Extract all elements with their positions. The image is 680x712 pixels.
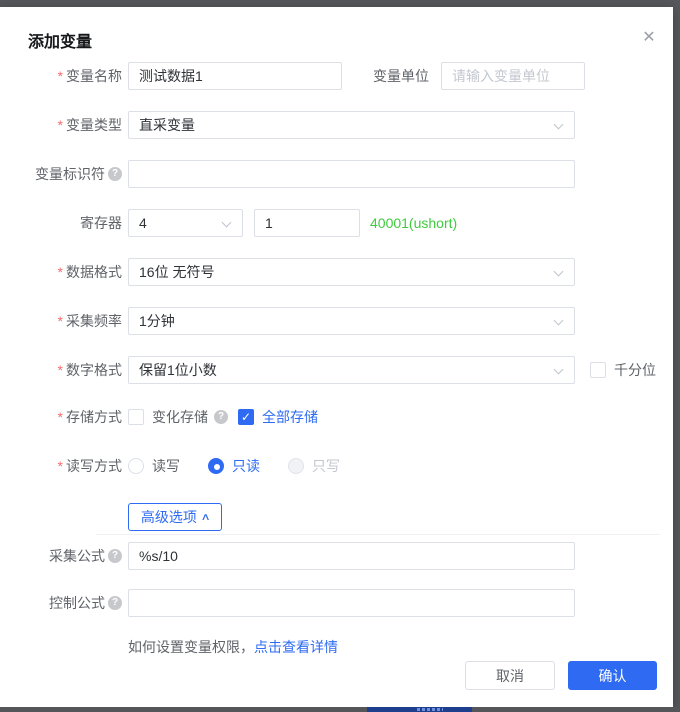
advanced-section-divider bbox=[96, 534, 660, 535]
chevron-down-icon bbox=[222, 218, 232, 228]
collect-formula-input[interactable] bbox=[128, 542, 575, 570]
identifier-label: 变量标识符 ? bbox=[0, 164, 122, 184]
row-read-write: * 读写方式 读写 只读 只写 bbox=[0, 452, 673, 480]
variable-name-label: * 变量名称 bbox=[0, 66, 122, 86]
read-only-radio[interactable] bbox=[208, 458, 224, 474]
read-only-radio-label[interactable]: 只读 bbox=[232, 456, 260, 476]
advanced-options-button[interactable]: 高级选项 ∧ bbox=[128, 503, 222, 531]
identifier-input[interactable] bbox=[128, 160, 575, 188]
thousands-checkbox[interactable] bbox=[590, 362, 606, 378]
row-storage: * 存储方式 变化存储 ? ✓ 全部存储 bbox=[0, 403, 673, 431]
radio-option-read-only: 只读 bbox=[208, 456, 260, 476]
background-bottom-strip bbox=[0, 707, 680, 712]
storage-all-checkbox[interactable]: ✓ bbox=[238, 409, 254, 425]
chevron-down-icon bbox=[554, 365, 564, 375]
radio-option-write-only: 只写 bbox=[288, 456, 340, 476]
chevron-down-icon bbox=[554, 316, 564, 326]
row-identifier: 变量标识符 ? bbox=[0, 160, 673, 188]
confirm-button[interactable]: 确认 bbox=[568, 661, 657, 690]
row-control-formula: 控制公式 ? bbox=[0, 589, 673, 617]
required-marker: * bbox=[58, 68, 63, 84]
read-write-label: * 读写方式 bbox=[0, 456, 122, 476]
write-only-radio[interactable] bbox=[288, 458, 304, 474]
row-data-format: * 数据格式 16位 无符号 bbox=[0, 258, 673, 286]
frequency-select[interactable]: 1分钟 bbox=[128, 307, 575, 335]
permission-note: 如何设置变量权限，点击查看详情 bbox=[128, 637, 338, 657]
register-label: 寄存器 bbox=[0, 213, 122, 233]
add-variable-dialog: 添加变量 ✕ * 变量名称 变量单位 * 变量类型 直采变量 bbox=[0, 7, 673, 707]
required-marker: * bbox=[58, 264, 63, 280]
storage-label: * 存储方式 bbox=[0, 407, 122, 427]
chevron-down-icon bbox=[554, 120, 564, 130]
row-variable-type: * 变量类型 直采变量 bbox=[0, 111, 673, 139]
row-variable-name: * 变量名称 变量单位 bbox=[0, 62, 673, 90]
number-format-select[interactable]: 保留1位小数 bbox=[128, 356, 575, 384]
control-formula-label: 控制公式 ? bbox=[0, 593, 122, 613]
register-address-input[interactable] bbox=[254, 209, 360, 237]
data-format-label: * 数据格式 bbox=[0, 262, 122, 282]
variable-type-select[interactable]: 直采变量 bbox=[128, 111, 575, 139]
dialog-title: 添加变量 bbox=[28, 28, 92, 52]
variable-name-input[interactable] bbox=[128, 62, 342, 90]
register-address-hint: 40001(ushort) bbox=[370, 215, 457, 231]
register-type-select[interactable]: 4 bbox=[128, 209, 243, 237]
row-register: 寄存器 4 40001(ushort) bbox=[0, 209, 673, 237]
permission-details-link[interactable]: 点击查看详情 bbox=[254, 639, 338, 655]
storage-all-label[interactable]: 全部存储 bbox=[262, 407, 318, 427]
background-dimmed-button-edge bbox=[367, 707, 472, 712]
question-icon[interactable]: ? bbox=[108, 167, 122, 181]
row-number-format: * 数字格式 保留1位小数 千分位 bbox=[0, 356, 673, 384]
variable-unit-label: 变量单位 bbox=[373, 66, 429, 86]
dimmed-background: 添加变量 ✕ * 变量名称 变量单位 * 变量类型 直采变量 bbox=[0, 0, 680, 712]
read-write-radio[interactable] bbox=[128, 458, 144, 474]
write-only-radio-label: 只写 bbox=[312, 456, 340, 476]
thousands-label[interactable]: 千分位 bbox=[614, 360, 656, 380]
data-format-select[interactable]: 16位 无符号 bbox=[128, 258, 575, 286]
required-marker: * bbox=[58, 458, 63, 474]
close-icon[interactable]: ✕ bbox=[638, 27, 660, 49]
background-artifact bbox=[417, 708, 443, 711]
required-marker: * bbox=[58, 362, 63, 378]
chevron-up-icon: ∧ bbox=[200, 512, 210, 523]
read-write-radio-label[interactable]: 读写 bbox=[152, 456, 180, 476]
question-icon[interactable]: ? bbox=[214, 410, 228, 424]
required-marker: * bbox=[58, 117, 63, 133]
question-icon[interactable]: ? bbox=[108, 596, 122, 610]
chevron-down-icon bbox=[554, 267, 564, 277]
row-frequency: * 采集频率 1分钟 bbox=[0, 307, 673, 335]
row-collect-formula: 采集公式 ? bbox=[0, 542, 673, 570]
storage-change-checkbox[interactable] bbox=[128, 409, 144, 425]
control-formula-input[interactable] bbox=[128, 589, 575, 617]
cancel-button[interactable]: 取消 bbox=[465, 661, 555, 690]
collect-formula-label: 采集公式 ? bbox=[0, 546, 122, 566]
number-format-label: * 数字格式 bbox=[0, 360, 122, 380]
variable-type-label: * 变量类型 bbox=[0, 115, 122, 135]
radio-option-read-write: 读写 bbox=[128, 456, 180, 476]
frequency-label: * 采集频率 bbox=[0, 311, 122, 331]
storage-change-label[interactable]: 变化存储 bbox=[152, 407, 208, 427]
required-marker: * bbox=[58, 313, 63, 329]
question-icon[interactable]: ? bbox=[108, 549, 122, 563]
required-marker: * bbox=[58, 409, 63, 425]
variable-unit-input[interactable] bbox=[441, 62, 585, 90]
